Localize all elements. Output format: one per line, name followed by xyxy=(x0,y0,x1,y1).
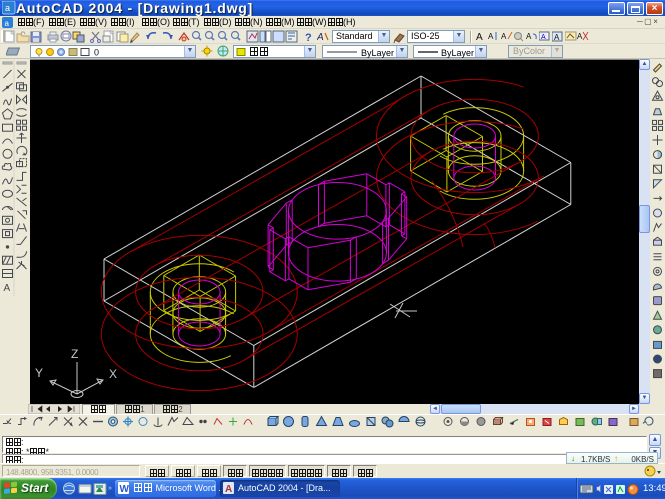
svg-text:A: A xyxy=(501,32,507,41)
svg-text:A: A xyxy=(4,283,11,294)
svg-text:Y: Y xyxy=(35,366,43,380)
svg-text:A: A xyxy=(577,32,583,41)
svg-text:A: A xyxy=(225,484,232,494)
svg-text:a: a xyxy=(5,3,10,13)
svg-text:A: A xyxy=(541,34,546,41)
svg-text:A: A xyxy=(476,32,483,43)
svg-text:W: W xyxy=(120,484,130,494)
svg-text:»: » xyxy=(108,485,112,492)
svg-text:A: A xyxy=(554,33,560,42)
svg-text:Z: Z xyxy=(71,347,78,361)
svg-text:A: A xyxy=(317,32,324,43)
svg-text:X: X xyxy=(109,367,117,381)
svg-text:?: ? xyxy=(305,32,312,43)
svg-text:a: a xyxy=(5,19,10,28)
svg-text:0: 0 xyxy=(94,48,99,58)
svg-text:A: A xyxy=(526,32,532,41)
svg-text:A: A xyxy=(488,32,494,41)
